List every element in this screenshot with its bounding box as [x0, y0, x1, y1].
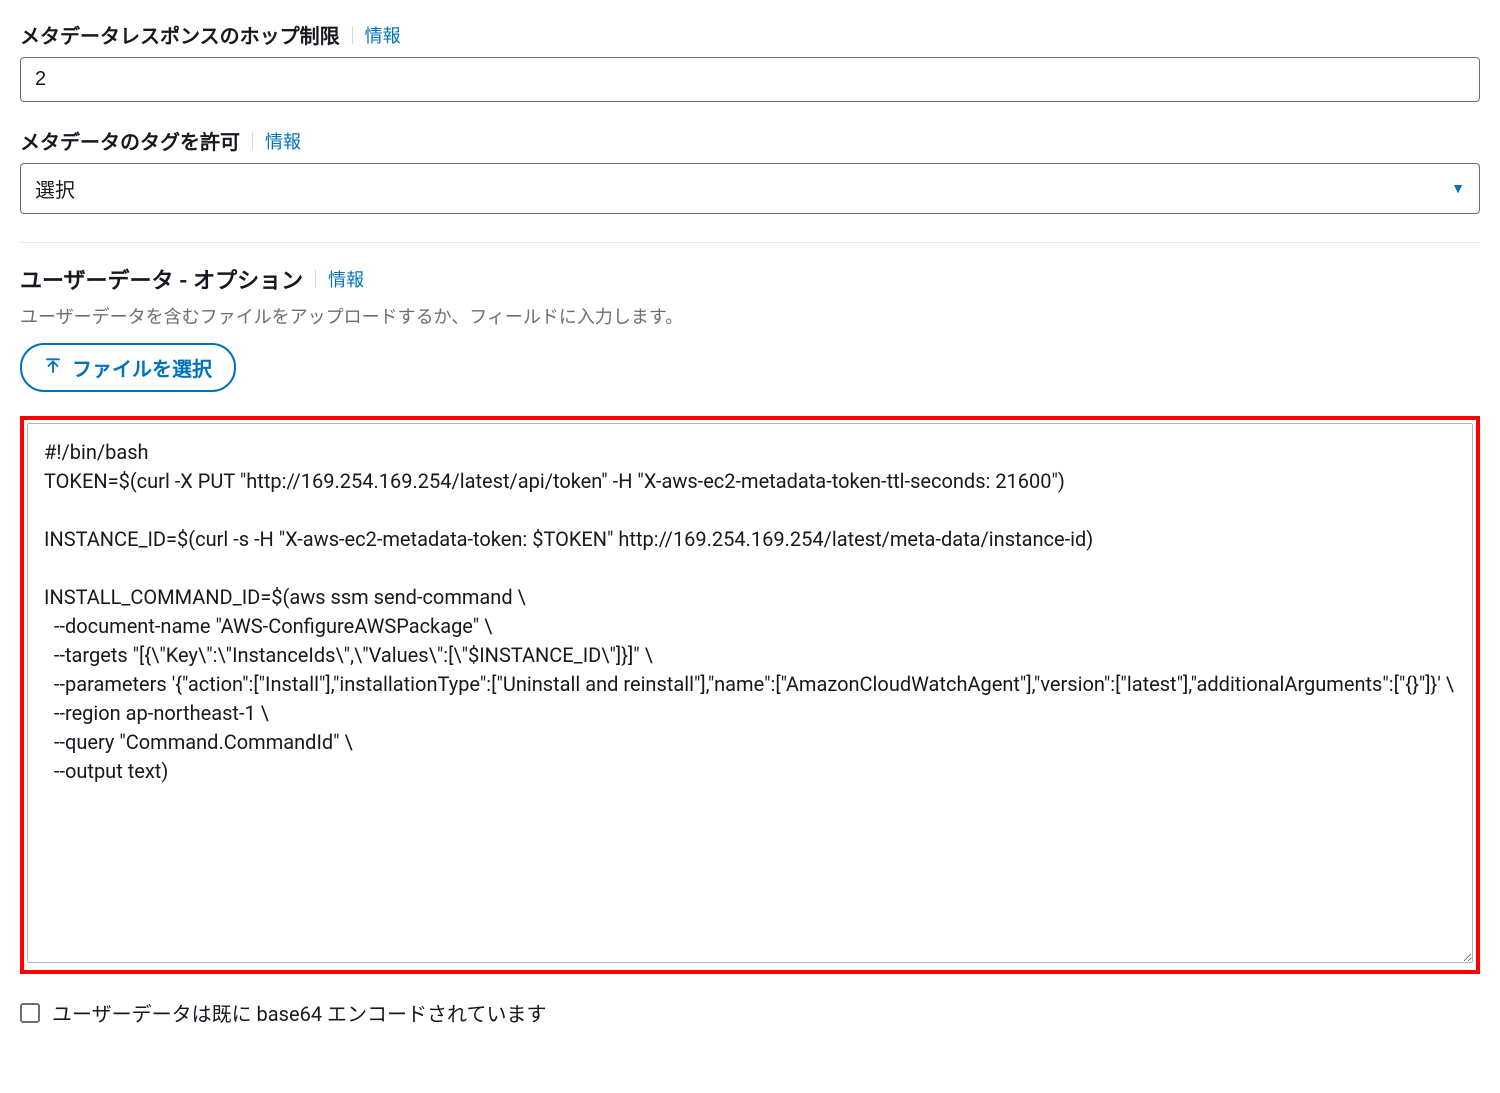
choose-file-button[interactable]: ファイルを選択 [20, 343, 236, 392]
choose-file-label: ファイルを選択 [72, 353, 212, 382]
hop-limit-group: メタデータレスポンスのホップ制限 情報 [20, 20, 1480, 102]
section-divider [20, 242, 1480, 243]
hop-limit-label: メタデータレスポンスのホップ制限 [20, 20, 340, 49]
divider [352, 26, 353, 44]
chevron-down-icon: ▼ [1451, 180, 1465, 197]
hop-limit-label-row: メタデータレスポンスのホップ制限 情報 [20, 20, 1480, 49]
divider [252, 132, 253, 150]
user-data-section: ユーザーデータ - オプション 情報 ユーザーデータを含むファイルをアップロード… [20, 263, 1480, 1027]
hop-limit-input[interactable] [20, 57, 1480, 102]
base64-checkbox-row: ユーザーデータは既に base64 エンコードされています [20, 998, 1480, 1027]
base64-checkbox-label: ユーザーデータは既に base64 エンコードされています [52, 998, 546, 1027]
base64-checkbox[interactable] [20, 1003, 40, 1023]
tag-allow-label: メタデータのタグを許可 [20, 126, 240, 155]
tag-allow-info-link[interactable]: 情報 [265, 128, 301, 154]
user-data-highlight-box [20, 416, 1480, 974]
user-data-description: ユーザーデータを含むファイルをアップロードするか、フィールドに入力します。 [20, 303, 1480, 329]
divider [315, 270, 316, 288]
user-data-title: ユーザーデータ - オプション [20, 263, 303, 295]
tag-allow-selected: 選択 [35, 174, 75, 203]
hop-limit-info-link[interactable]: 情報 [365, 22, 401, 48]
user-data-textarea[interactable] [27, 423, 1473, 963]
tag-allow-select-wrapper: 選択 ▼ [20, 163, 1480, 214]
user-data-title-row: ユーザーデータ - オプション 情報 [20, 263, 1480, 295]
tag-allow-label-row: メタデータのタグを許可 情報 [20, 126, 1480, 155]
tag-allow-select[interactable]: 選択 ▼ [20, 163, 1480, 214]
user-data-info-link[interactable]: 情報 [328, 266, 364, 292]
upload-icon [44, 357, 62, 379]
tag-allow-group: メタデータのタグを許可 情報 選択 ▼ [20, 126, 1480, 214]
